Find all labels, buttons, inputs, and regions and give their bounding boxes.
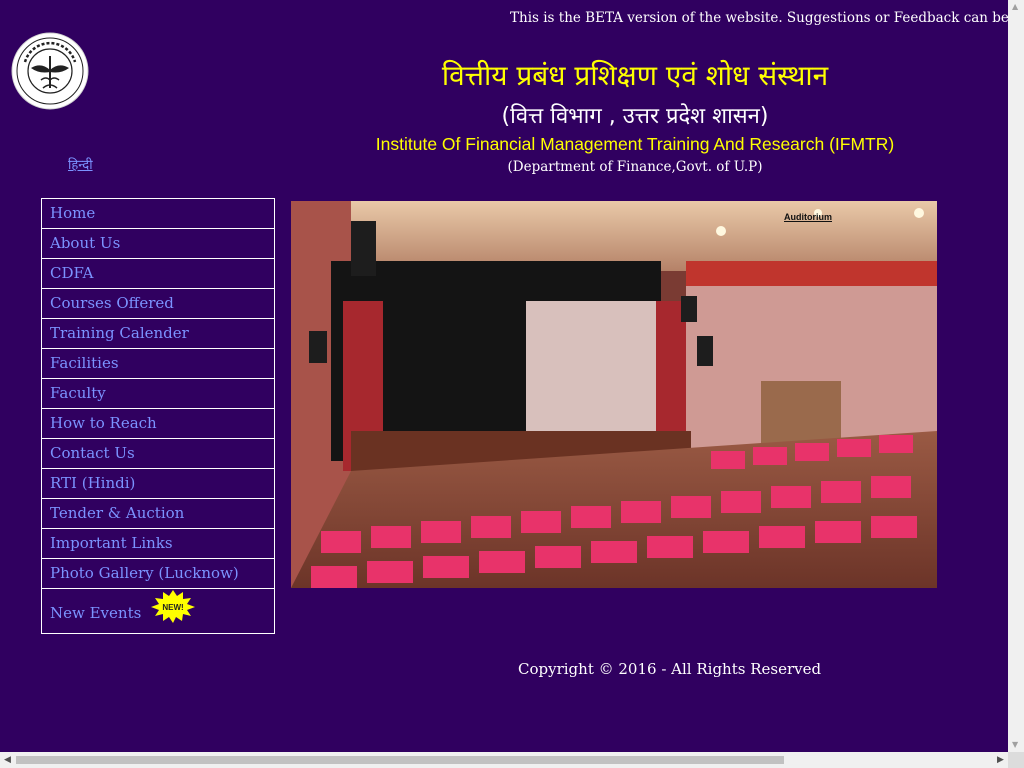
nav-item-tender-auction[interactable]: Tender & Auction <box>42 499 274 529</box>
copyright-text: Copyright © 2016 - All Rights Reserved <box>518 660 822 678</box>
scroll-left-icon[interactable]: ◀ <box>4 755 11 765</box>
site-title-english: Institute Of Financial Management Traini… <box>375 134 895 154</box>
nav-item-faculty[interactable]: Faculty <box>42 379 274 409</box>
page: This is the BETA version of the website.… <box>0 0 1008 752</box>
hindi-language-link[interactable]: हिन्दी <box>68 155 93 173</box>
scroll-down-icon[interactable]: ▼ <box>1012 740 1018 749</box>
main-nav: Home About Us CDFA Courses Offered Train… <box>41 198 275 634</box>
new-badge-icon: NEW! <box>150 589 196 639</box>
new-badge-text: NEW! <box>162 603 183 612</box>
nav-item-facilities[interactable]: Facilities <box>42 349 274 379</box>
site-subtitle-english: (Department of Finance,Govt. of U.P) <box>507 159 763 175</box>
nav-item-about-us[interactable]: About Us <box>42 229 274 259</box>
horizontal-scroll-thumb[interactable] <box>16 756 784 764</box>
nav-item-training-calender[interactable]: Training Calender <box>42 319 274 349</box>
nav-item-rti-hindi[interactable]: RTI (Hindi) <box>42 469 274 499</box>
nav-item-contact-us[interactable]: Contact Us <box>42 439 274 469</box>
site-subtitle-hindi: (वित्त विभाग , उत्तर प्रदेश शासन) <box>501 104 769 129</box>
nav-item-how-to-reach[interactable]: How to Reach <box>42 409 274 439</box>
nav-item-home[interactable]: Home <box>42 199 274 229</box>
nav-item-important-links[interactable]: Important Links <box>42 529 274 559</box>
scrollbar-corner <box>1008 752 1024 768</box>
vertical-scrollbar[interactable]: ▲ ▼ <box>1008 0 1024 752</box>
beta-banner: This is the BETA version of the website.… <box>510 10 1008 26</box>
slide-caption[interactable]: Auditorium <box>784 212 832 222</box>
horizontal-scrollbar[interactable]: ◀ ▶ <box>0 752 1008 768</box>
nav-item-photo-gallery[interactable]: Photo Gallery (Lucknow) <box>42 559 274 589</box>
nav-item-new-events[interactable]: New Events NEW! <box>42 589 274 633</box>
scroll-right-icon[interactable]: ▶ <box>997 755 1004 765</box>
nav-item-cdfa[interactable]: CDFA <box>42 259 274 289</box>
auditorium-photo <box>291 201 937 588</box>
nav-item-courses-offered[interactable]: Courses Offered <box>42 289 274 319</box>
scroll-up-icon[interactable]: ▲ <box>1012 2 1018 11</box>
nav-item-new-events-label: New Events <box>50 604 142 622</box>
site-title-hindi: वित्तीय प्रबंध प्रशिक्षण एवं शोध संस्थान <box>441 59 829 92</box>
up-govt-emblem-icon <box>11 32 89 110</box>
